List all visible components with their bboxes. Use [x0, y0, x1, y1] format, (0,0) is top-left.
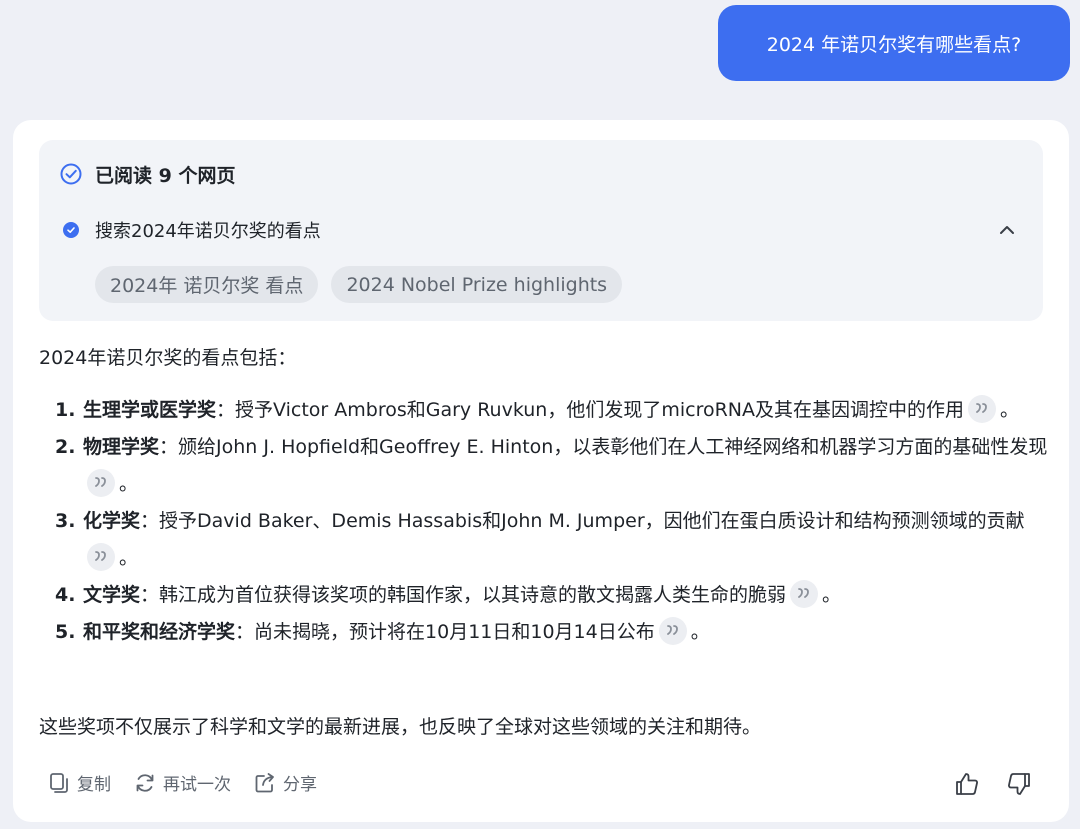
- list-item-title: 物理学奖: [83, 436, 160, 458]
- list-item-number: 5.: [55, 621, 76, 643]
- list-item-number: 2.: [55, 436, 76, 458]
- search-sources-panel: 已阅读 9 个网页 搜索2024年诺贝尔奖的看点 2024年 诺贝尔奖 看点 2…: [39, 140, 1043, 321]
- citation-quote-icon[interactable]: [87, 468, 115, 497]
- feedback-buttons: [953, 770, 1033, 798]
- check-dot-icon: [63, 222, 79, 238]
- list-item-separator: ：: [216, 399, 236, 421]
- search-keyword-chip[interactable]: 2024 Nobel Prize highlights: [331, 266, 623, 303]
- list-item-title: 和平奖和经济学奖: [83, 621, 236, 643]
- list-item-body: 授予David Baker、Demis Hassabis和John M. Jum…: [159, 510, 1025, 532]
- list-item: 3. 化学奖：授予David Baker、Demis Hassabis和John…: [39, 503, 1049, 577]
- thumbs-up-icon[interactable]: [953, 770, 981, 798]
- answer-list: 1. 生理学或医学奖：授予Victor Ambros和Gary Ruvkun，他…: [39, 392, 1049, 651]
- share-icon: [255, 772, 274, 792]
- list-item-body: 韩江成为首位获得该奖项的韩国作家，以其诗意的散文揭露人类生命的脆弱: [159, 584, 787, 606]
- read-pages-label: 已阅读 9 个网页: [95, 164, 236, 187]
- read-pages-status: 已阅读 9 个网页: [59, 160, 235, 188]
- chevron-up-icon[interactable]: [997, 220, 1017, 240]
- list-item: 2. 物理学奖：颁给John J. Hopfield和Geoffrey E. H…: [39, 429, 1049, 503]
- thumbs-down-icon[interactable]: [1005, 770, 1033, 798]
- list-item-number: 4.: [55, 584, 76, 606]
- citation-quote-icon[interactable]: [87, 542, 115, 571]
- list-item-title: 生理学或医学奖: [83, 399, 217, 421]
- copy-label: 复制: [77, 775, 111, 795]
- search-query-label: 搜索2024年诺贝尔奖的看点: [95, 221, 321, 242]
- citation-quote-icon[interactable]: [658, 616, 687, 645]
- user-message-text: 2024 年诺贝尔奖有哪些看点?: [766, 33, 1022, 56]
- response-actions: 复制 再试一次 分享: [47, 770, 317, 795]
- share-label: 分享: [283, 775, 317, 795]
- search-keyword-chips: 2024年 诺贝尔奖 看点 2024 Nobel Prize highlight…: [95, 266, 623, 303]
- list-item-body: 授予Victor Ambros和Gary Ruvkun，他们发现了microRN…: [235, 399, 965, 421]
- list-item-number: 1.: [55, 399, 76, 421]
- list-item-end: 。: [822, 584, 842, 606]
- copy-button[interactable]: 复制: [47, 770, 111, 795]
- list-item-separator: ：: [159, 436, 179, 458]
- list-item-end: 。: [119, 547, 139, 569]
- refresh-icon: [136, 773, 154, 792]
- list-item-separator: ：: [140, 510, 160, 532]
- list-item-body: 尚未揭晓，预计将在10月11日和10月14日公布: [254, 621, 655, 643]
- retry-button[interactable]: 再试一次: [133, 770, 231, 795]
- list-item-title: 文学奖: [83, 584, 141, 606]
- list-item-separator: ：: [235, 621, 255, 643]
- copy-icon: [50, 772, 68, 793]
- assistant-response-card: 已阅读 9 个网页 搜索2024年诺贝尔奖的看点 2024年 诺贝尔奖 看点 2…: [13, 120, 1069, 822]
- list-item: 1. 生理学或医学奖：授予Victor Ambros和Gary Ruvkun，他…: [39, 392, 1049, 429]
- user-message-bubble: 2024 年诺贝尔奖有哪些看点?: [718, 5, 1070, 81]
- list-item-title: 化学奖: [83, 510, 141, 532]
- list-item-separator: ：: [140, 584, 160, 606]
- search-query-row[interactable]: 搜索2024年诺贝尔奖的看点: [63, 217, 1023, 243]
- citation-quote-icon[interactable]: [790, 579, 819, 608]
- retry-label: 再试一次: [163, 775, 231, 795]
- answer-outro: 这些奖项不仅展示了科学和文学的最新进展，也反映了全球对这些领域的关注和期待。: [39, 716, 762, 738]
- list-item-body: 颁给John J. Hopfield和Geoffrey E. Hinton，以表…: [178, 436, 1048, 458]
- list-item: 5. 和平奖和经济学奖：尚未揭晓，预计将在10月11日和10月14日公布 。: [39, 614, 1049, 651]
- search-keyword-chip[interactable]: 2024年 诺贝尔奖 看点: [95, 266, 319, 303]
- list-item-end: 。: [119, 473, 139, 495]
- list-item-number: 3.: [55, 510, 76, 532]
- share-button[interactable]: 分享: [253, 770, 317, 795]
- list-item-end: 。: [1000, 399, 1020, 421]
- citation-quote-icon[interactable]: [968, 394, 997, 423]
- list-item-end: 。: [690, 621, 710, 643]
- answer-intro: 2024年诺贝尔奖的看点包括：: [39, 347, 297, 369]
- check-circle-icon: [60, 163, 82, 185]
- list-item: 4. 文学奖：韩江成为首位获得该奖项的韩国作家，以其诗意的散文揭露人类生命的脆弱…: [39, 577, 1049, 614]
